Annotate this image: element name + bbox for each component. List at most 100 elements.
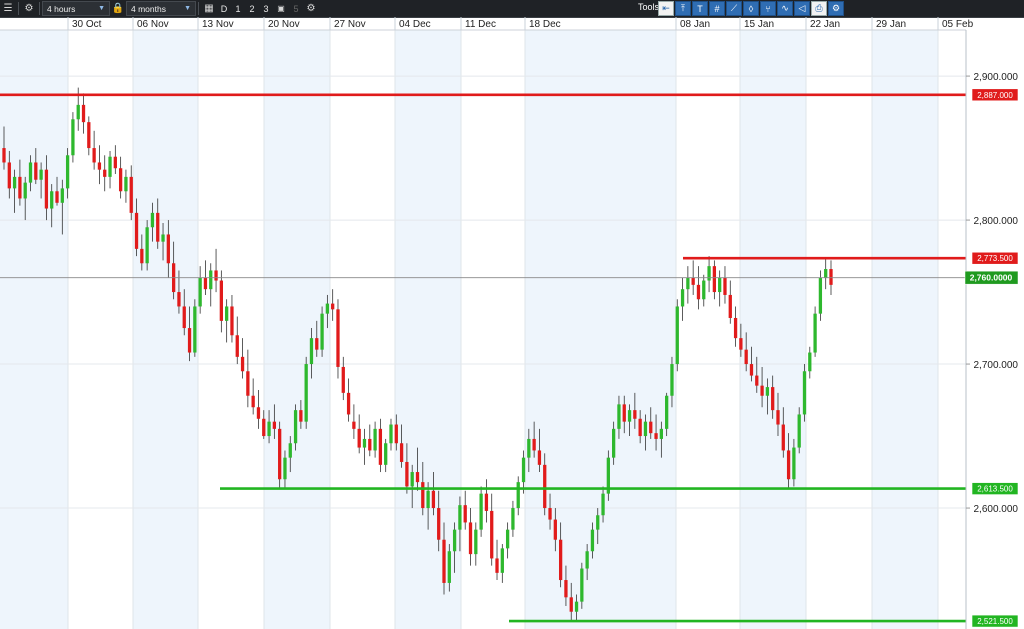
candle-body [829, 269, 833, 285]
toolbar-divider [198, 2, 199, 15]
candle-body [765, 387, 770, 396]
range-dropdown[interactable]: 4 months ▼ [126, 1, 196, 16]
candle-body [643, 421, 648, 437]
print-icon[interactable]: ⎙ [811, 1, 827, 16]
candle-body [771, 387, 775, 411]
candle [479, 486, 483, 537]
config-icon[interactable]: ⚙ [828, 1, 844, 16]
candle-body [156, 212, 160, 242]
candle [87, 116, 91, 156]
y-tick-label: 2,700.000 [974, 360, 1019, 371]
candle-body [2, 148, 6, 163]
trendline-icon[interactable]: ⟋ [726, 1, 742, 16]
candle [362, 428, 367, 465]
candle-body [675, 306, 679, 365]
candle-body [283, 457, 287, 480]
candle-body [516, 482, 520, 509]
candle-body [479, 493, 483, 530]
candle-body [596, 515, 600, 530]
candle-body [320, 313, 324, 350]
period-button-2[interactable]: 2 [245, 0, 259, 17]
candle [256, 389, 261, 429]
x-tick-label: 20 Nov [268, 19, 300, 30]
candle-body [272, 421, 277, 429]
weekend-band [0, 30, 68, 629]
candle [193, 299, 197, 357]
cursor-icon[interactable]: ⤒ [675, 1, 691, 16]
candle-body [670, 364, 674, 396]
candle-body [240, 356, 245, 372]
y-tick-label: 2,600.000 [974, 504, 1019, 515]
candle [108, 150, 112, 189]
candle-body [495, 558, 499, 573]
candle-body [209, 270, 213, 290]
back-arrow-icon[interactable]: ⇤ [658, 1, 674, 16]
grid-icon[interactable]: # [709, 1, 725, 16]
candle-body [622, 404, 626, 422]
gear-icon[interactable]: ⚙ [21, 1, 37, 16]
candle [728, 280, 732, 324]
chart-type-icon[interactable]: ▣ [273, 1, 289, 16]
candle [246, 349, 250, 408]
shape-icon[interactable]: ◁ [794, 1, 810, 16]
candle [331, 289, 335, 321]
fib-icon[interactable]: ◊ [743, 1, 759, 16]
candle-body [124, 176, 128, 192]
candle [802, 364, 807, 422]
candle-body [749, 364, 754, 376]
candle-body [728, 294, 732, 318]
candle-body [548, 508, 552, 520]
candle-body [71, 119, 75, 156]
x-tick-label: 29 Jan [876, 19, 906, 30]
candle-body [299, 410, 303, 422]
settings-icon[interactable]: ⚙ [303, 1, 319, 16]
candle-body [161, 234, 165, 242]
interval-dropdown[interactable]: 4 hours ▼ [42, 1, 110, 16]
candle-body [225, 306, 229, 321]
candle-body [458, 505, 462, 530]
weekend-band [525, 30, 676, 629]
candle-body [558, 539, 563, 581]
candle-body [665, 395, 669, 429]
candle [320, 306, 324, 357]
wave-icon[interactable]: ∿ [777, 1, 793, 16]
candle-body [437, 508, 441, 540]
candle [352, 404, 356, 439]
candle-body [203, 277, 208, 290]
period-button-1[interactable]: 1 [231, 0, 245, 17]
candle-body [537, 450, 542, 465]
candle-body [187, 328, 192, 353]
candle-body [76, 104, 80, 120]
candle-body [808, 352, 812, 372]
candle [505, 522, 510, 559]
candle-body [813, 313, 817, 353]
candle-body [431, 490, 436, 509]
candle-body [415, 472, 420, 483]
candle-body [680, 289, 685, 307]
fork-icon[interactable]: ⑂ [760, 1, 776, 16]
calendar-icon[interactable]: ▦ [201, 1, 217, 16]
period-button-d[interactable]: D [217, 0, 231, 17]
candle-body [193, 306, 197, 353]
text-icon[interactable]: T [692, 1, 708, 16]
candle-body [564, 580, 568, 598]
candle-body [654, 433, 658, 439]
candle-body [7, 162, 11, 189]
menu-icon[interactable]: ☰ [0, 1, 16, 16]
x-tick-label: 06 Nov [137, 19, 169, 30]
candle-body [373, 428, 377, 451]
candle-body [580, 568, 584, 602]
candle [71, 112, 75, 163]
period-button-3[interactable]: 3 [259, 0, 273, 17]
candle [214, 248, 218, 293]
x-axis: 30 Oct 06 Nov 13 Nov 20 Nov 27 Nov 04 Dec 11 D… [67, 17, 974, 30]
candle-body [659, 428, 664, 439]
candle [696, 266, 701, 310]
price-chart[interactable]: 30 Oct 06 Nov 13 Nov 20 Nov 27 Nov 04 Dec 11 D… [0, 17, 1024, 629]
lock-icon[interactable]: 🔒 [110, 1, 126, 16]
candle-body [638, 418, 642, 437]
candle-body [521, 457, 526, 483]
candle [304, 356, 308, 429]
level-label: 2,773.500 [977, 254, 1013, 263]
candle-body [97, 162, 102, 170]
